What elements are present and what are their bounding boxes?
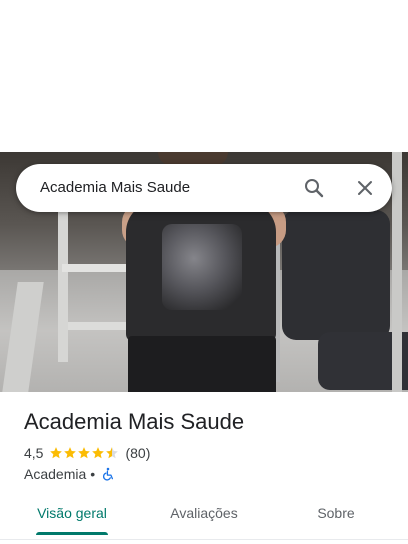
photo-person-shorts xyxy=(128,336,276,392)
close-icon[interactable] xyxy=(353,176,377,200)
photo-machine-frame xyxy=(392,152,402,392)
star-icon xyxy=(78,447,91,459)
photo-shirt-print xyxy=(162,224,242,310)
search-bar[interactable]: Academia Mais Saude xyxy=(16,164,392,212)
map-area xyxy=(0,0,408,152)
star-icon xyxy=(50,447,63,459)
search-icon[interactable] xyxy=(302,176,326,200)
rating-row[interactable]: 4,5 (80) xyxy=(24,444,150,462)
wheelchair-icon xyxy=(101,467,115,481)
review-count[interactable]: (80) xyxy=(125,445,150,461)
tab-about[interactable]: Sobre xyxy=(288,496,384,536)
photo-machine-pad xyxy=(282,210,390,340)
star-icon xyxy=(92,447,105,459)
tab-reviews[interactable]: Avaliações xyxy=(144,496,264,536)
photo-equipment-post xyxy=(58,212,68,362)
search-input[interactable]: Academia Mais Saude xyxy=(40,164,190,212)
tabs-divider xyxy=(0,539,408,540)
place-tabs: Visão geral Avaliações Sobre xyxy=(0,496,408,536)
star-icon xyxy=(64,447,77,459)
separator-dot: • xyxy=(90,466,96,482)
star-icon xyxy=(106,447,119,459)
photo-equipment-rail xyxy=(68,322,130,330)
place-title: Academia Mais Saude xyxy=(24,409,245,434)
rating-value: 4,5 xyxy=(24,445,44,461)
active-tab-indicator xyxy=(36,532,108,535)
star-rating xyxy=(49,446,119,460)
category-row: Academia • xyxy=(24,465,115,483)
place-category: Academia xyxy=(24,466,87,482)
tab-overview[interactable]: Visão geral xyxy=(16,496,128,536)
